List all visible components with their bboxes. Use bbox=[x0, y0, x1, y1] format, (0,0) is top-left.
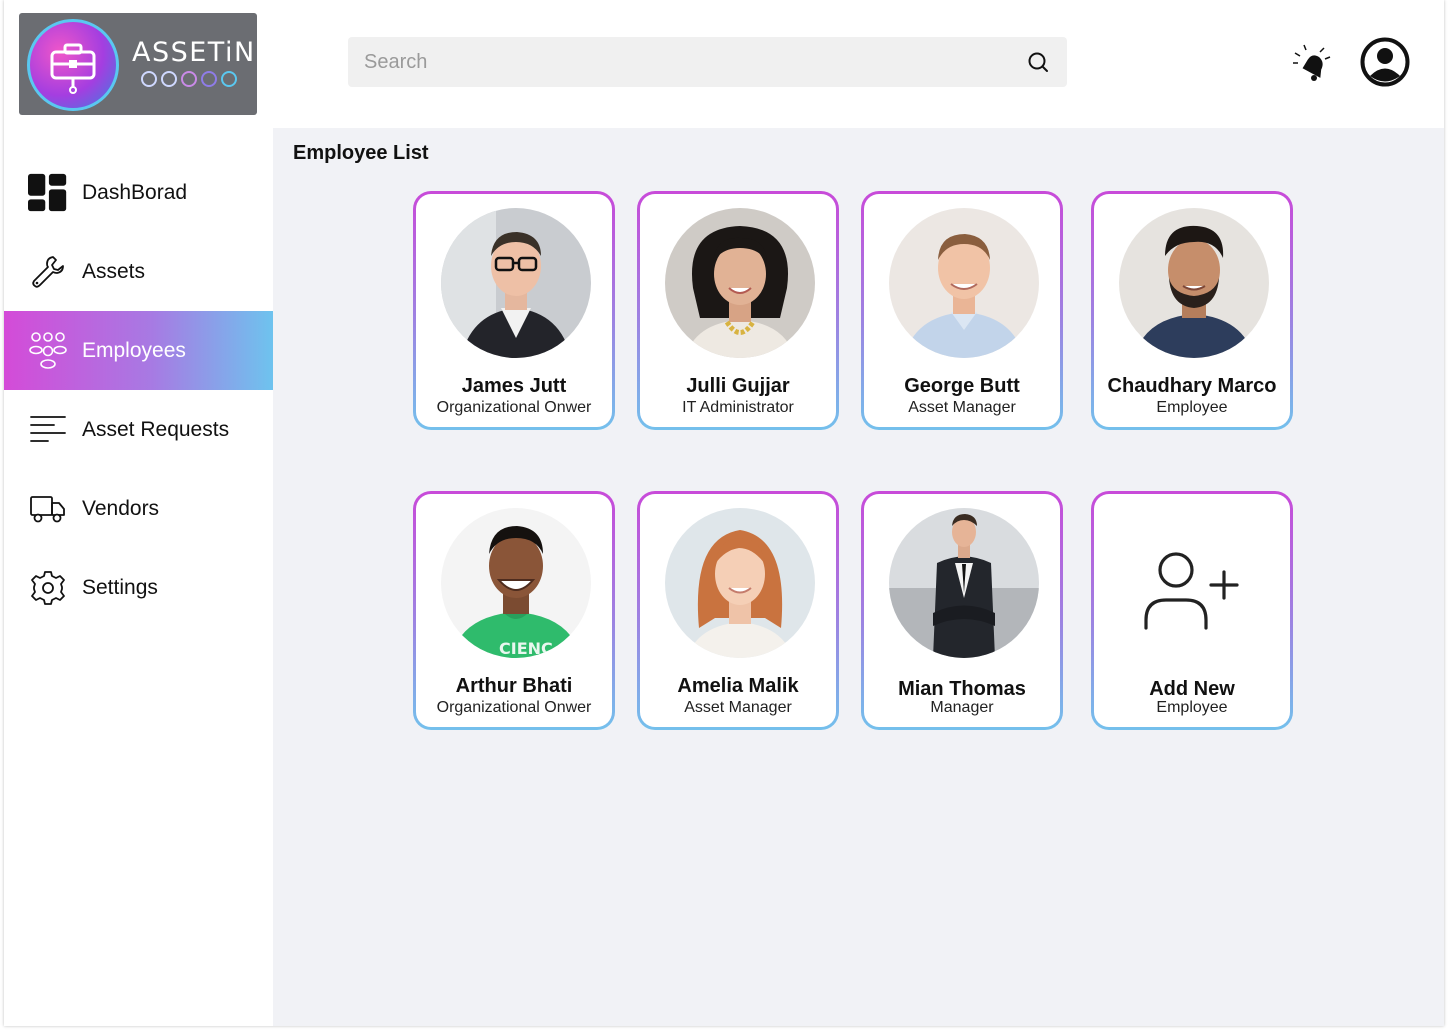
sidebar-item-label: DashBorad bbox=[82, 180, 188, 204]
employee-card[interactable]: Mian Thomas Manager bbox=[861, 491, 1063, 730]
employee-name: Julli Gujjar bbox=[686, 375, 790, 397]
sidebar-item-asset-requests[interactable]: Asset Requests bbox=[4, 390, 273, 469]
sidebar-item-settings[interactable]: Settings bbox=[4, 548, 273, 627]
employee-card[interactable]: George Butt Asset Manager bbox=[861, 191, 1063, 430]
notification-bell-icon[interactable] bbox=[1292, 44, 1332, 89]
employee-card[interactable]: James Jutt Organizational Onwer bbox=[413, 191, 615, 430]
employee-photo bbox=[889, 508, 1039, 658]
search-input[interactable] bbox=[348, 37, 1067, 87]
employee-name: Amelia Malik bbox=[677, 675, 799, 697]
employee-role: Manager bbox=[930, 699, 994, 716]
employee-name: Arthur Bhati bbox=[455, 675, 573, 697]
employee-card[interactable]: Chaudhary Marco Employee bbox=[1091, 191, 1293, 430]
add-new-sublabel: Employee bbox=[1156, 699, 1228, 716]
brand-name: ASSETiN bbox=[132, 37, 256, 68]
employee-role: Organizational Onwer bbox=[436, 399, 592, 416]
dashboard-icon bbox=[28, 173, 68, 213]
sidebar-item-employees[interactable]: Employees bbox=[4, 311, 273, 390]
gear-icon bbox=[28, 568, 68, 608]
brand-logo[interactable]: ASSETiN bbox=[19, 13, 257, 115]
list-icon bbox=[28, 410, 68, 450]
employee-role: IT Administrator bbox=[682, 399, 794, 416]
sidebar-item-label: Vendors bbox=[82, 496, 160, 520]
main-content: Employee List James Jutt Organizational … bbox=[273, 128, 1444, 1026]
employee-card[interactable]: CIENC Arthur Bhati Organizational Onwer bbox=[413, 491, 615, 730]
employee-photo bbox=[1119, 208, 1269, 358]
sidebar-item-label: Asset Requests bbox=[82, 417, 230, 441]
employee-photo bbox=[889, 208, 1039, 358]
employee-photo bbox=[665, 208, 815, 358]
sidebar-item-label: Assets bbox=[82, 259, 146, 283]
employee-role: Employee bbox=[1156, 399, 1228, 416]
briefcase-logo-icon bbox=[27, 19, 119, 111]
employee-name: Mian Thomas bbox=[898, 678, 1026, 700]
employee-photo bbox=[665, 508, 815, 658]
employee-photo bbox=[441, 208, 591, 358]
search-icon[interactable] bbox=[1027, 51, 1049, 78]
wrench-icon bbox=[28, 252, 68, 292]
sidebar-item-label: Settings bbox=[82, 575, 158, 599]
employee-photo: CIENC bbox=[441, 508, 591, 658]
app-window: ASSETiN Search DashBorad Assets Employee… bbox=[4, 0, 1444, 1026]
user-profile-icon[interactable] bbox=[1360, 37, 1410, 92]
page-title: Employee List bbox=[293, 142, 429, 164]
add-new-label: Add New bbox=[1149, 678, 1235, 700]
employee-name: George Butt bbox=[904, 375, 1020, 397]
sidebar-item-vendors[interactable]: Vendors bbox=[4, 469, 273, 548]
svg-text:CIENC: CIENC bbox=[499, 639, 553, 658]
add-employee-card[interactable]: Add New Employee bbox=[1091, 491, 1293, 730]
employee-role: Asset Manager bbox=[684, 699, 792, 716]
employee-card[interactable]: Julli Gujjar IT Administrator bbox=[637, 191, 839, 430]
sidebar-item-dashboard[interactable]: DashBorad bbox=[4, 153, 273, 232]
employee-name: James Jutt bbox=[461, 375, 567, 397]
sidebar-item-label: Employees bbox=[82, 338, 186, 362]
employee-card[interactable]: Amelia Malik Asset Manager bbox=[637, 491, 839, 730]
sidebar-item-assets[interactable]: Assets bbox=[4, 232, 273, 311]
employee-name: Chaudhary Marco bbox=[1107, 375, 1277, 397]
sidebar: DashBorad Assets Employees Asset Request… bbox=[4, 128, 273, 1026]
truck-icon bbox=[28, 489, 68, 529]
employee-role: Asset Manager bbox=[908, 399, 1016, 416]
employee-role: Organizational Onwer bbox=[436, 699, 592, 716]
people-icon bbox=[28, 331, 68, 371]
add-user-icon bbox=[1142, 548, 1242, 637]
search-bar[interactable] bbox=[348, 37, 1067, 87]
brand-mark-dots bbox=[141, 71, 237, 87]
